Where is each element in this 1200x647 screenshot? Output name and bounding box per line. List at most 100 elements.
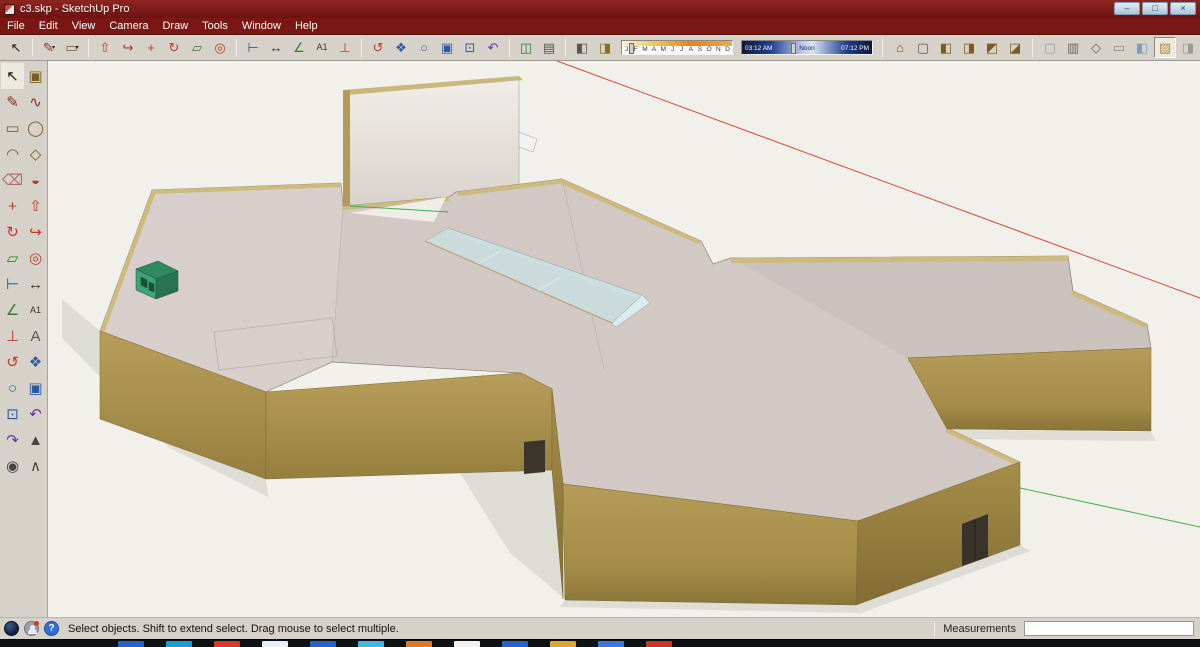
offset-tool-button[interactable]: ◎: [24, 245, 47, 271]
line-tool-button[interactable]: ✎: [1, 89, 24, 115]
previous-view-tool-button[interactable]: ↶: [482, 37, 504, 58]
shapes-tool-dropdown-icon[interactable]: ▾: [76, 44, 79, 51]
shapes-tool-button[interactable]: ▭ ▾: [61, 37, 83, 58]
taskbar-app-chip[interactable]: [166, 641, 192, 647]
freehand-tool-button[interactable]: ∿: [24, 89, 47, 115]
maximize-button[interactable]: □: [1142, 2, 1168, 15]
menu-item-draw[interactable]: Draw: [155, 18, 195, 34]
next-view-tool-button[interactable]: ↷: [1, 427, 24, 453]
dimension-tool-button[interactable]: ↔: [24, 271, 47, 297]
menu-item-view[interactable]: View: [65, 18, 103, 34]
measurements-input[interactable]: [1024, 621, 1194, 636]
model-view[interactable]: [48, 61, 1200, 617]
axes-tool-button[interactable]: ⊥: [334, 37, 356, 58]
menu-item-file[interactable]: File: [0, 18, 32, 34]
view-back-button[interactable]: ◩: [981, 37, 1003, 58]
taskbar-app-chip[interactable]: [118, 641, 144, 647]
status-person-button[interactable]: [24, 621, 39, 636]
taskbar-app-chip[interactable]: [598, 641, 624, 647]
push-pull-tool-button[interactable]: ⇧: [94, 37, 116, 58]
style-hidden-line-button[interactable]: ▭: [1108, 37, 1130, 58]
eraser-tool-button[interactable]: ⌫: [1, 167, 24, 193]
view-right-button[interactable]: ◨: [958, 37, 980, 58]
taskbar-app-chip[interactable]: [262, 641, 288, 647]
follow-me-tool-button[interactable]: ↪: [117, 37, 139, 58]
time-slider-handle[interactable]: [791, 43, 797, 54]
section-cuts-toggle-button[interactable]: ▤: [538, 37, 560, 58]
text-tool-button[interactable]: A1: [24, 297, 47, 323]
zoom-extents-tool-button[interactable]: ⊡: [1, 401, 24, 427]
rotate-tool-button[interactable]: ↻: [163, 37, 185, 58]
taskbar-app-chip[interactable]: [310, 641, 336, 647]
move-tool-button[interactable]: +: [140, 37, 162, 58]
view-left-button[interactable]: ◪: [1004, 37, 1026, 58]
menu-item-tools[interactable]: Tools: [195, 18, 235, 34]
zoom-window-tool-button[interactable]: ▣: [436, 37, 458, 58]
style-monochrome-button[interactable]: ◨: [1177, 37, 1199, 58]
taskbar-app-chip[interactable]: [550, 641, 576, 647]
zoom-tool-button[interactable]: ○: [413, 37, 435, 58]
view-iso-button[interactable]: ⌂: [889, 37, 911, 58]
protractor-tool-button[interactable]: ∠: [288, 37, 310, 58]
arc-tool-button[interactable]: ◠: [1, 141, 24, 167]
paint-bucket-tool-button[interactable]: ◒: [24, 167, 47, 193]
line-tool-dropdown-icon[interactable]: ▾: [52, 44, 55, 51]
circle-tool-button[interactable]: ◯: [24, 115, 47, 141]
month-slider-handle[interactable]: [629, 43, 634, 54]
style-back-edges-button[interactable]: ▥: [1062, 37, 1084, 58]
taskbar-app-chip[interactable]: [406, 641, 432, 647]
status-globe-button[interactable]: [4, 621, 19, 636]
menu-item-window[interactable]: Window: [235, 18, 288, 34]
taskbar-app-chip[interactable]: [358, 641, 384, 647]
orbit-tool-button[interactable]: ↺: [367, 37, 389, 58]
menu-item-help[interactable]: Help: [288, 18, 325, 34]
shadow-time-slider[interactable]: 03:12 AM Noon 07:12 PM: [741, 40, 873, 55]
taskbar-app-chip[interactable]: [214, 641, 240, 647]
pan-tool-button[interactable]: ❖: [24, 349, 47, 375]
3d-text-tool-button[interactable]: A: [24, 323, 47, 349]
offset-tool-button[interactable]: ◎: [209, 37, 231, 58]
building-model[interactable]: [99, 76, 1152, 606]
shadow-toggle-button[interactable]: ◨: [594, 37, 616, 58]
style-xray-button[interactable]: ▢: [1039, 37, 1061, 58]
minimize-button[interactable]: –: [1114, 2, 1140, 15]
position-camera-tool-button[interactable]: ▲: [24, 427, 47, 453]
follow-me-tool-button[interactable]: ↪: [24, 219, 47, 245]
dimension-tool-button[interactable]: ↔: [265, 37, 287, 58]
view-front-button[interactable]: ◧: [935, 37, 957, 58]
polygon-tool-button[interactable]: ◇: [24, 141, 47, 167]
zoom-extents-tool-button[interactable]: ⊡: [459, 37, 481, 58]
windows-taskbar[interactable]: [0, 639, 1200, 647]
rotate-tool-button[interactable]: ↻: [1, 219, 24, 245]
select-tool-button[interactable]: ↖: [1, 63, 24, 89]
text-tool-button[interactable]: A1: [311, 37, 333, 58]
menu-item-camera[interactable]: Camera: [102, 18, 155, 34]
pan-tool-button[interactable]: ❖: [390, 37, 412, 58]
zoom-tool-button[interactable]: ○: [1, 375, 24, 401]
section-plane-tool-button[interactable]: ◫: [515, 37, 537, 58]
axes-tool-button[interactable]: ⊥: [1, 323, 24, 349]
style-shaded-button[interactable]: ◧: [1131, 37, 1153, 58]
view-top-button[interactable]: ▢: [912, 37, 934, 58]
status-help-button[interactable]: ?: [44, 621, 59, 636]
shadow-settings-button[interactable]: ◧: [571, 37, 593, 58]
walk-tool-button[interactable]: ∧: [24, 453, 47, 479]
taskbar-app-chip[interactable]: [454, 641, 480, 647]
viewport-canvas[interactable]: [48, 61, 1200, 617]
taskbar-app-chip[interactable]: [502, 641, 528, 647]
orbit-tool-button[interactable]: ↺: [1, 349, 24, 375]
zoom-window-tool-button[interactable]: ▣: [24, 375, 47, 401]
select-tool-button[interactable]: ↖: [5, 37, 27, 58]
style-shaded-textures-button[interactable]: ▨: [1154, 37, 1176, 58]
look-around-tool-button[interactable]: ◉: [1, 453, 24, 479]
shadow-month-slider[interactable]: JFMAMJJASOND: [621, 40, 733, 55]
close-button[interactable]: ×: [1170, 2, 1196, 15]
rectangle-tool-button[interactable]: ▭: [1, 115, 24, 141]
protractor-tool-button[interactable]: ∠: [1, 297, 24, 323]
scale-tool-button[interactable]: ▱: [1, 245, 24, 271]
tape-measure-tool-button[interactable]: ⊢: [242, 37, 264, 58]
menu-item-edit[interactable]: Edit: [32, 18, 65, 34]
move-tool-button[interactable]: +: [1, 193, 24, 219]
tape-measure-tool-button[interactable]: ⊢: [1, 271, 24, 297]
taskbar-app-chip[interactable]: [646, 641, 672, 647]
